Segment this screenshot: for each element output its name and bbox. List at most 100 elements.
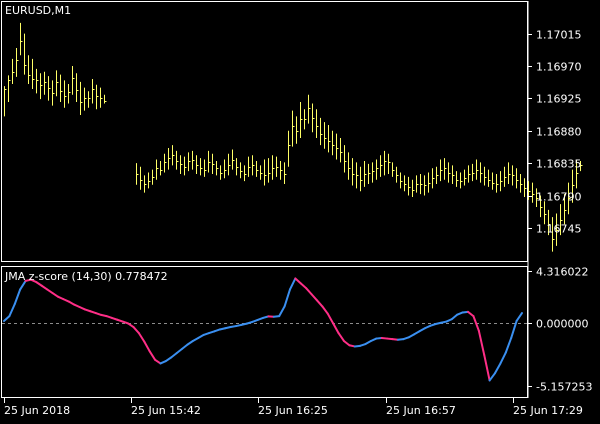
time-tick-label: 25 Jun 16:25 [258,404,328,417]
price-bar [481,162,483,182]
price-bar [217,161,219,175]
zscore-line-segment [468,312,473,316]
price-bar [281,161,283,180]
price-bar [453,165,455,184]
price-bar [137,163,139,185]
price-bar [369,164,371,184]
time-axis: 25 Jun 2018 25 Jun 15:42 25 Jun 16:25 25 Ju… [4,398,583,417]
price-bar [405,175,407,191]
zscore-line-segment [317,300,322,306]
chart-window: 1.170151.169701.169251.168801.168351.167… [0,0,600,420]
time-tick-label: 25 Jun 2018 [4,404,70,417]
zscore-line-segment [4,316,9,321]
oscillator-tick-label: 4.316022 [536,266,589,279]
zscore-line-segment [295,278,300,283]
price-bar [181,155,183,174]
price-bar [341,138,343,162]
zscore-line-segment [9,304,14,316]
price-bar [445,158,447,180]
chart-canvas[interactable]: 1.170151.169701.169251.168801.168351.167… [0,0,600,420]
price-bar [169,148,171,170]
price-bar [205,160,207,177]
price-bar [425,175,427,195]
price-bar [421,174,423,194]
oscillator-axis: 4.3160220.000000-5.157253 [528,266,592,394]
price-tick-label: 1.16790 [536,191,582,204]
price-bar [201,158,203,175]
price-bar [529,181,531,200]
price-bar [97,85,99,109]
price-bar [329,125,331,152]
price-bar [309,95,311,124]
price-bar [457,171,459,187]
price-bar [441,160,443,182]
price-bar [365,161,367,187]
zscore-line-segment [301,283,306,288]
price-bar [389,154,391,174]
zscore-line-segment [500,353,505,364]
price-bar [73,66,75,95]
price-bar [269,158,271,182]
price-bar [489,170,491,187]
price-pane-frame [2,2,528,262]
time-tick-label: 25 Jun 17:29 [513,404,583,417]
price-bar [257,161,259,177]
indicator-label: JMA z-score (14,30) 0.778472 [5,270,168,283]
price-bar [237,158,239,175]
price-bar [533,183,535,203]
price-bar [353,158,355,185]
price-bar [401,173,403,189]
price-bar [229,154,231,176]
price-bar [361,167,363,191]
zscore-line-segment [312,294,317,300]
symbol-label: EURUSD,M1 [5,4,71,17]
price-bar [377,160,379,180]
price-bar [41,73,43,99]
price-bar [17,48,19,77]
zscore-line-segment [279,306,284,316]
price-bar [409,177,411,196]
zscore-line-segment [306,288,311,294]
zscore-line-segment [150,351,155,359]
price-bar [277,157,279,177]
time-tick-label: 25 Jun 15:42 [131,404,201,417]
zscore-line-segment [452,315,457,319]
price-bar [29,55,31,84]
price-bar [385,151,387,175]
price-bar [265,160,267,186]
price-bar [449,162,451,182]
price-bar [197,155,199,174]
zscore-line-segment [171,353,176,357]
price-bar [305,109,307,129]
price-tick-label: 1.16835 [536,158,582,171]
price-bar [93,79,95,103]
zscore-line-segment [344,341,349,345]
price-bar [293,111,295,147]
zscore-line-segment [285,289,290,306]
price-bar [465,170,467,186]
price-bar [357,162,359,188]
price-bar [381,155,383,177]
price-bar [157,160,159,180]
price-bar [37,69,39,93]
price-bar [373,162,375,182]
price-bar [81,82,83,115]
price-bar [393,162,395,176]
price-bar [165,154,167,173]
zscore-line-segment [506,338,511,353]
price-bar [473,164,475,181]
price-bar [501,171,503,191]
price-bar [233,149,235,169]
price-bar [173,145,175,165]
oscillator-plot [2,278,527,380]
price-bar [333,131,335,155]
price-bar [513,165,515,185]
price-bar [253,155,255,175]
price-bar [85,88,87,111]
price-bar [437,167,439,184]
price-bar [161,161,163,175]
oscillator-tick-label: 0.000000 [536,318,589,331]
price-bar [77,73,79,102]
price-bar [433,168,435,188]
price-bar [493,173,495,190]
